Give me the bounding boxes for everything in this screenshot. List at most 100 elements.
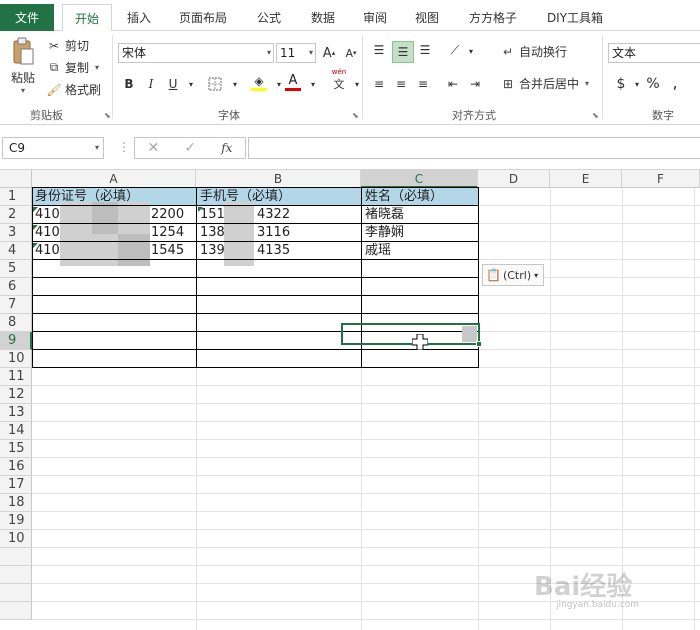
- cell-a4-suffix[interactable]: 1545: [148, 242, 196, 260]
- row-header[interactable]: 15: [0, 440, 32, 458]
- border-button[interactable]: [206, 75, 224, 93]
- formula-input[interactable]: [248, 137, 700, 159]
- tab-data[interactable]: 数据: [302, 4, 344, 31]
- cell-c4[interactable]: 戚瑶: [362, 242, 478, 260]
- cell-c2[interactable]: 褚晓磊: [362, 206, 478, 224]
- column-header-b[interactable]: B: [196, 170, 361, 188]
- font-color-dropdown-icon[interactable]: ▾: [304, 75, 322, 93]
- row-header[interactable]: [0, 584, 32, 602]
- format-painter-button[interactable]: 🖌 格式刷: [46, 81, 101, 98]
- align-right-button[interactable]: ≡: [414, 75, 432, 93]
- row-header[interactable]: 11: [0, 368, 32, 386]
- row-header[interactable]: [0, 602, 32, 620]
- wrap-text-button[interactable]: ↵ 自动换行: [500, 43, 567, 60]
- italic-button[interactable]: I: [142, 75, 160, 93]
- comma-button[interactable]: ,: [666, 73, 684, 92]
- row-header[interactable]: 3: [0, 224, 32, 242]
- cell-b4-suffix[interactable]: 4135: [254, 242, 304, 260]
- paste-options-button[interactable]: 📋 (Ctrl) ▾: [482, 264, 544, 286]
- row-header[interactable]: 19: [0, 512, 32, 530]
- row-header[interactable]: 10: [0, 350, 32, 368]
- align-top-button[interactable]: ☰: [370, 41, 388, 59]
- row-header[interactable]: 2: [0, 206, 32, 224]
- decrease-indent-button[interactable]: ⇤: [444, 75, 462, 93]
- tab-page-layout[interactable]: 页面布局: [170, 4, 236, 31]
- align-center-button[interactable]: ≡: [392, 75, 410, 93]
- row-header[interactable]: 18: [0, 494, 32, 512]
- cell-a3-suffix[interactable]: 1254: [148, 224, 196, 242]
- merge-center-button[interactable]: ⊞ 合并后居中 ▾: [500, 75, 589, 92]
- phonetic-button[interactable]: wén 文: [328, 68, 350, 91]
- paste-button[interactable]: 粘贴 ▾: [6, 37, 40, 101]
- clipboard-launcher-icon[interactable]: ⬊: [104, 111, 111, 120]
- bold-button[interactable]: B: [120, 75, 138, 93]
- fill-handle[interactable]: [476, 341, 482, 347]
- percent-button[interactable]: %: [644, 75, 662, 93]
- underline-button[interactable]: U: [164, 75, 182, 93]
- cell-c3[interactable]: 李静娴: [362, 224, 478, 242]
- name-box[interactable]: C9 ▾: [2, 137, 104, 159]
- shrink-font-button[interactable]: A ▾: [342, 44, 360, 62]
- selected-cell-c9[interactable]: [341, 323, 480, 345]
- cell-b3-prefix[interactable]: 138: [197, 224, 227, 242]
- row-header[interactable]: 8: [0, 314, 32, 332]
- cell-a2-suffix[interactable]: 2200: [148, 206, 196, 224]
- cell-b3-suffix[interactable]: 3116: [254, 224, 304, 242]
- column-header-e[interactable]: E: [550, 170, 622, 188]
- row-header[interactable]: [0, 566, 32, 584]
- increase-indent-button[interactable]: ⇥: [466, 75, 484, 93]
- worksheet-grid[interactable]: A B C D E F 1 2 3 4 5 6 7 8 9 10 11 12 1…: [0, 170, 700, 630]
- column-header-d[interactable]: D: [478, 170, 550, 188]
- row-header[interactable]: 12: [0, 386, 32, 404]
- border-dropdown-icon[interactable]: ▾: [226, 75, 244, 93]
- row-header-selected[interactable]: 9: [0, 332, 32, 350]
- orientation-dropdown-icon[interactable]: ▾: [462, 42, 480, 60]
- tab-fangfang[interactable]: 方方格子: [460, 4, 526, 31]
- font-launcher-icon[interactable]: ⬊: [352, 111, 359, 120]
- alignment-launcher-icon[interactable]: ⬊: [592, 111, 599, 120]
- row-header[interactable]: 7: [0, 296, 32, 314]
- enter-icon[interactable]: ✓: [184, 140, 196, 156]
- cell-b2-suffix[interactable]: 4322: [254, 206, 304, 224]
- row-header[interactable]: 14: [0, 422, 32, 440]
- tab-view[interactable]: 视图: [406, 4, 448, 31]
- column-header-c[interactable]: C: [361, 170, 478, 188]
- font-color-button[interactable]: A: [284, 73, 302, 91]
- insert-function-icon[interactable]: fx: [221, 141, 232, 155]
- number-format-combo[interactable]: 文本: [608, 43, 700, 63]
- row-header[interactable]: 10: [0, 530, 32, 548]
- tab-formulas[interactable]: 公式: [248, 4, 290, 31]
- select-all-corner[interactable]: [0, 170, 32, 188]
- formula-bar: C9 ▾ ⋮ ✕ ✓ fx: [0, 125, 700, 170]
- fill-color-button[interactable]: ◈: [250, 73, 268, 91]
- cell-c1[interactable]: 姓名（必填）: [362, 188, 479, 206]
- tab-insert[interactable]: 插入: [118, 4, 160, 31]
- row-header[interactable]: [0, 548, 32, 566]
- cancel-icon[interactable]: ✕: [148, 140, 160, 156]
- row-header[interactable]: 5: [0, 260, 32, 278]
- row-header[interactable]: 4: [0, 242, 32, 260]
- grow-font-button[interactable]: A ▴: [320, 44, 338, 62]
- row-header[interactable]: 6: [0, 278, 32, 296]
- row-header[interactable]: 13: [0, 404, 32, 422]
- tab-diy-toolbox[interactable]: DIY工具箱: [540, 4, 610, 31]
- tab-review[interactable]: 审阅: [354, 4, 396, 31]
- phonetic-dropdown-icon[interactable]: ▾: [348, 75, 366, 93]
- row-header[interactable]: 1: [0, 188, 32, 206]
- cell-b1[interactable]: 手机号（必填）: [197, 188, 362, 206]
- column-header-a[interactable]: A: [32, 170, 196, 188]
- font-name-combo[interactable]: 宋体 ▾: [118, 43, 274, 63]
- row-header[interactable]: 16: [0, 458, 32, 476]
- underline-dropdown-icon[interactable]: ▾: [182, 75, 200, 93]
- align-left-button[interactable]: ≡: [370, 75, 388, 93]
- align-bottom-button[interactable]: ☰: [416, 41, 434, 59]
- column-header-f[interactable]: F: [622, 170, 700, 188]
- cut-button[interactable]: ✂ 剪切: [46, 37, 89, 54]
- tab-home[interactable]: 开始: [62, 4, 112, 32]
- align-middle-button[interactable]: ☰: [392, 41, 414, 63]
- row-header[interactable]: 17: [0, 476, 32, 494]
- font-size-combo[interactable]: 11 ▾: [276, 43, 316, 63]
- tab-file[interactable]: 文件: [0, 4, 54, 31]
- cell-b4-prefix[interactable]: 139: [197, 242, 227, 260]
- copy-button[interactable]: ⧉ 复制 ▾: [46, 59, 99, 76]
